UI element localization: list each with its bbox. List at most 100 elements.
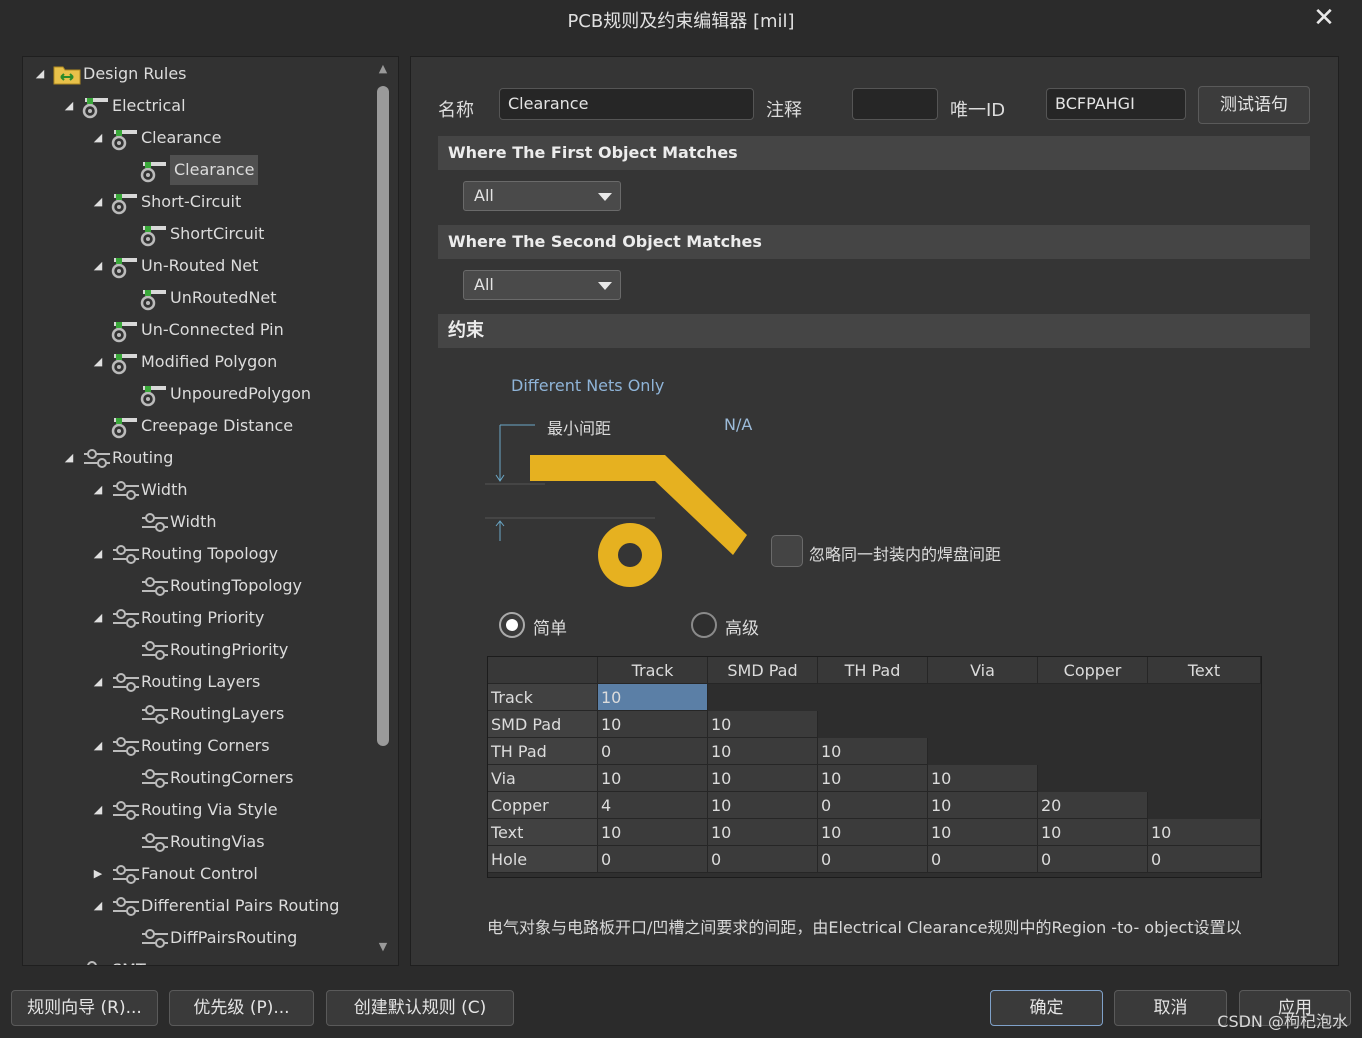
collapse-icon[interactable]: ◢	[91, 539, 105, 569]
ok-button[interactable]: 确定	[990, 990, 1103, 1026]
matrix-cell[interactable]: 10	[598, 684, 708, 711]
tree-item-routingtopology[interactable]: RoutingTopology	[23, 571, 383, 601]
scroll-up-icon[interactable]: ▲	[376, 62, 390, 75]
matrix-cell[interactable]: 0	[708, 846, 818, 873]
matrix-cell[interactable]: 10	[708, 711, 818, 738]
collapse-icon[interactable]: ◢	[91, 795, 105, 825]
test-query-button[interactable]: 测试语句	[1198, 86, 1310, 124]
matrix-cell[interactable]: 0	[598, 738, 708, 765]
tree-item-design-rules[interactable]: ◢ Design Rules	[23, 59, 383, 89]
tree-item-routinglayers[interactable]: RoutingLayers	[23, 699, 383, 729]
tree-item-diffpairsrouting[interactable]: DiffPairsRouting	[23, 923, 383, 953]
tree-item-routing[interactable]: ◢ Routing	[23, 443, 383, 473]
priorities-button[interactable]: 优先级 (P)...	[169, 990, 314, 1026]
collapse-icon[interactable]: ◢	[91, 731, 105, 761]
first-object-select[interactable]: All	[463, 181, 621, 211]
scroll-down-icon[interactable]: ▼	[376, 940, 390, 953]
matrix-cell[interactable]: 4	[598, 792, 708, 819]
matrix-cell[interactable]: 10	[708, 765, 818, 792]
matrix-cell[interactable]: 10	[928, 792, 1038, 819]
matrix-cell[interactable]: 10	[1038, 819, 1148, 846]
rule-tree[interactable]: ◢ Design Rules ◢ Electrical ◢ Clearance Cleara…	[22, 56, 399, 966]
tree-item-routing-topology[interactable]: ◢ Routing Topology	[23, 539, 383, 569]
tree-item-unroutednet[interactable]: UnRoutedNet	[23, 283, 383, 313]
matrix-cell[interactable]: 10	[818, 738, 928, 765]
radio-advanced[interactable]	[691, 612, 717, 638]
rule-wizard-button[interactable]: 规则向导 (R)...	[11, 990, 158, 1026]
tree-item-unpouredpolygon[interactable]: UnpouredPolygon	[23, 379, 383, 409]
tree-item-routing-via-style[interactable]: ◢ Routing Via Style	[23, 795, 383, 825]
tree-item-modified-polygon[interactable]: ◢ Modified Polygon	[23, 347, 383, 377]
cancel-button[interactable]: 取消	[1114, 990, 1227, 1026]
matrix-cell[interactable]: 10	[598, 765, 708, 792]
tree-item-label: Clearance	[170, 155, 259, 185]
tree-item-width[interactable]: ◢ Width	[23, 475, 383, 505]
expand-icon[interactable]: ▶	[91, 859, 105, 889]
tree-item-label: Routing	[112, 448, 174, 467]
collapse-icon[interactable]: ◢	[62, 91, 76, 121]
tree-item-un-routed-net[interactable]: ◢ Un-Routed Net	[23, 251, 383, 281]
matrix-cell[interactable]: 10	[708, 792, 818, 819]
second-object-select[interactable]: All	[463, 270, 621, 300]
tree-item-electrical[interactable]: ◢ Electrical	[23, 91, 383, 121]
tree-item-creepage-distance[interactable]: Creepage Distance	[23, 411, 383, 441]
tree-scrollbar-thumb[interactable]	[377, 86, 389, 746]
tree-item-routingcorners[interactable]: RoutingCorners	[23, 763, 383, 793]
matrix-cell[interactable]: 0	[1038, 846, 1148, 873]
name-field[interactable]: Clearance	[499, 88, 754, 120]
matrix-cell[interactable]: 0	[1148, 846, 1261, 873]
matrix-cell[interactable]: 10	[818, 765, 928, 792]
tree-item-width[interactable]: Width	[23, 507, 383, 537]
tree-item-clearance[interactable]: ◢ Clearance	[23, 123, 383, 153]
collapse-icon[interactable]: ◢	[91, 475, 105, 505]
matrix-cell-empty	[1038, 684, 1148, 711]
tree-item-routing-priority[interactable]: ◢ Routing Priority	[23, 603, 383, 633]
collapse-icon[interactable]: ◢	[91, 123, 105, 153]
collapse-icon[interactable]: ◢	[91, 603, 105, 633]
matrix-cell[interactable]: 10	[708, 738, 818, 765]
comment-field[interactable]	[852, 88, 938, 120]
tree-item-routingvias[interactable]: RoutingVias	[23, 827, 383, 857]
tree-item-un-connected-pin[interactable]: Un-Connected Pin	[23, 315, 383, 345]
matrix-cell[interactable]: 0	[928, 846, 1038, 873]
clearance-matrix[interactable]: Track SMD Pad TH Pad Via Copper Text Track 10 SM…	[487, 656, 1262, 878]
matrix-cell[interactable]: 10	[598, 711, 708, 738]
tree-item-fanout-control[interactable]: ▶ Fanout Control	[23, 859, 383, 889]
matrix-cell[interactable]: 20	[1038, 792, 1148, 819]
collapse-icon[interactable]: ◢	[91, 251, 105, 281]
matrix-cell[interactable]: 10	[928, 819, 1038, 846]
close-icon[interactable]: ✕	[1312, 5, 1336, 31]
matrix-cell-empty	[928, 738, 1038, 765]
matrix-cell[interactable]: 10	[928, 765, 1038, 792]
tree-item-differential-pairs-routing[interactable]: ◢ Differential Pairs Routing	[23, 891, 383, 921]
matrix-cell[interactable]: 10	[818, 819, 928, 846]
tree-item-shortcircuit[interactable]: ShortCircuit	[23, 219, 383, 249]
tree-item-short-circuit[interactable]: ◢ Short-Circuit	[23, 187, 383, 217]
create-default-rules-button[interactable]: 创建默认规则 (C)	[326, 990, 514, 1026]
matrix-cell[interactable]: 0	[598, 846, 708, 873]
collapse-icon[interactable]: ◢	[62, 443, 76, 473]
radio-simple[interactable]	[499, 612, 525, 638]
tree-item-smt[interactable]: ◢ SMT	[23, 955, 383, 965]
matrix-cell[interactable]: 10	[1148, 819, 1261, 846]
matrix-cell[interactable]: 0	[818, 792, 928, 819]
ignore-pads-checkbox[interactable]	[771, 535, 803, 567]
collapse-icon[interactable]: ◢	[91, 187, 105, 217]
collapse-icon[interactable]: ◢	[91, 667, 105, 697]
tree-item-clearance[interactable]: Clearance	[23, 155, 383, 185]
matrix-cell[interactable]: 10	[708, 819, 818, 846]
collapse-icon[interactable]: ◢	[62, 955, 76, 965]
matrix-cell[interactable]: 10	[598, 819, 708, 846]
matrix-row-header: Hole	[488, 846, 598, 873]
routing-rule-icon	[111, 606, 139, 632]
collapse-icon[interactable]: ◢	[91, 347, 105, 377]
collapse-icon[interactable]: ◢	[33, 59, 47, 89]
tree-item-routing-layers[interactable]: ◢ Routing Layers	[23, 667, 383, 697]
tree-item-routingpriority[interactable]: RoutingPriority	[23, 635, 383, 665]
routing-rule-icon	[140, 574, 168, 600]
tree-item-routing-corners[interactable]: ◢ Routing Corners	[23, 731, 383, 761]
matrix-cell[interactable]: 0	[818, 846, 928, 873]
collapse-icon[interactable]: ◢	[91, 891, 105, 921]
net-scope-link[interactable]: Different Nets Only	[511, 376, 664, 395]
unique-id-field[interactable]: BCFPAHGI	[1046, 88, 1186, 120]
